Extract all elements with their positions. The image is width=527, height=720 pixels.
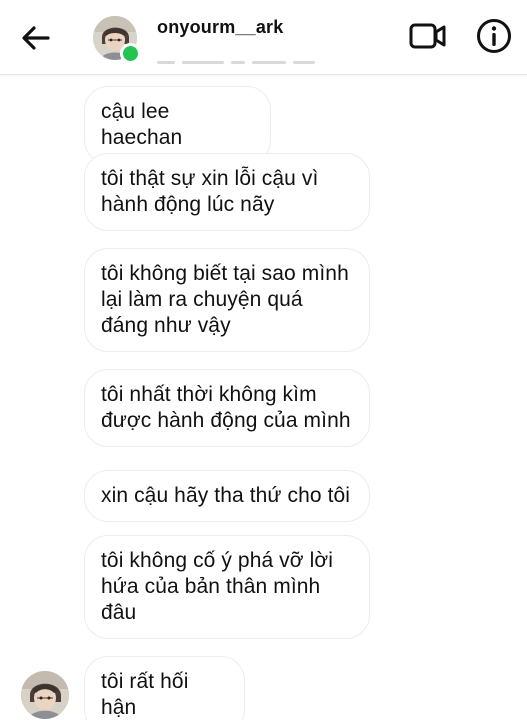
profile-avatar[interactable] [93,16,141,64]
message-bubble[interactable]: xin cậu hãy tha thứ cho tôi [84,470,370,522]
info-circle-icon [477,19,511,53]
chat-username[interactable]: onyourm__ark [157,17,283,38]
message-list: cậu lee haechan tôi thật sự xin lỗi cậu … [0,74,527,720]
status-line-placeholder [157,61,337,67]
message-bubble[interactable]: tôi nhất thời không kìm được hành động c… [84,369,370,447]
message-bubble[interactable]: tôi thật sự xin lỗi cậu vì hành động lúc… [84,153,370,231]
message-bubble[interactable]: tôi không biết tại sao mình lại làm ra c… [84,248,370,352]
sender-avatar[interactable] [21,671,69,719]
chat-header: onyourm__ark [0,0,527,75]
info-button[interactable] [475,17,513,55]
arrow-left-icon [22,26,50,50]
back-button[interactable] [18,20,54,56]
message-bubble[interactable]: tôi không cố ý phá vỡ lời hứa của bản th… [84,535,370,639]
video-camera-icon [409,23,446,49]
online-status-dot [120,43,141,64]
video-call-button[interactable] [408,18,448,54]
message-bubble[interactable]: tôi rất hối hận [84,656,245,720]
